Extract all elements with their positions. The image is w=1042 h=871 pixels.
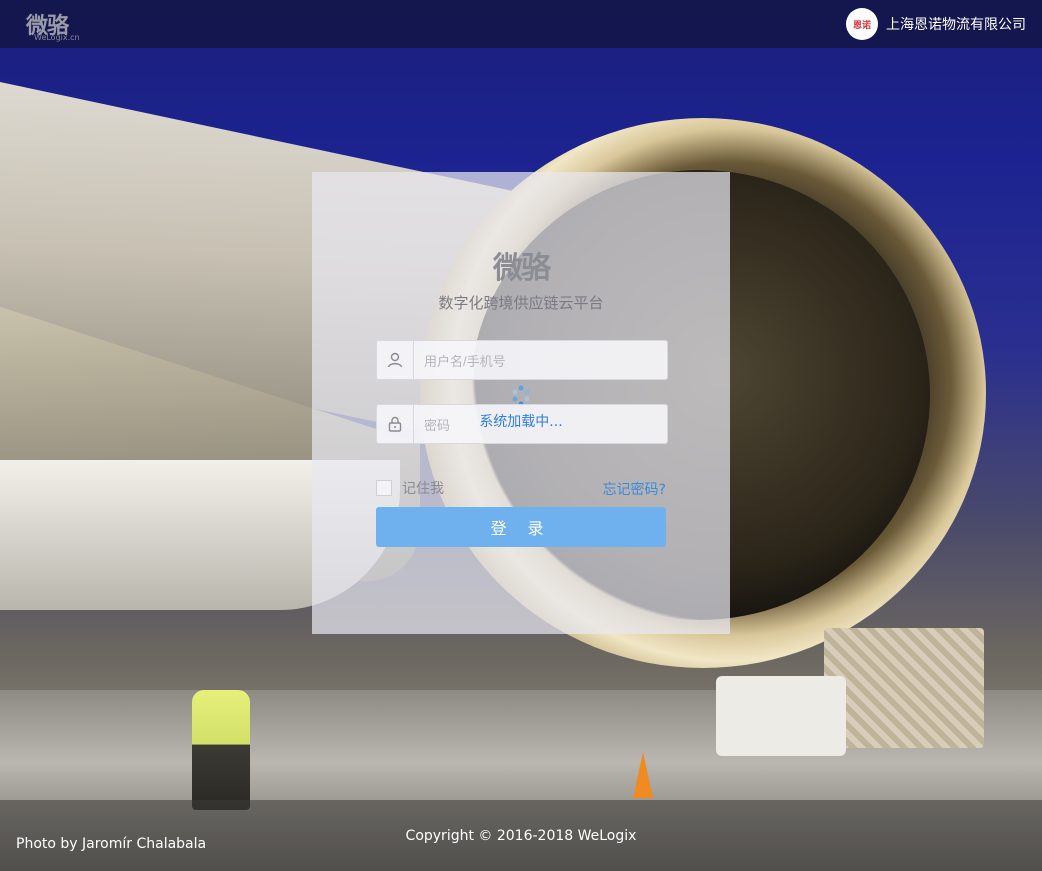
login-panel: 微骆 数字化跨境供应链云平台 系统加载中...: [312, 172, 730, 634]
forgot-password-link[interactable]: 忘记密码?: [603, 479, 666, 499]
photo-credit: Photo by Jaromír Chalabala: [16, 836, 207, 852]
company-logo-text: 恩诺: [852, 20, 871, 31]
brand-tagline: 数字化跨境供应链云平台: [438, 294, 604, 312]
user-icon: [377, 341, 414, 379]
username-field: [376, 340, 671, 381]
company-name: 上海恩诺物流有限公司: [886, 17, 1026, 33]
logo-subtext: WeLogix.cn: [34, 33, 80, 42]
remember-label: 记住我: [402, 481, 444, 497]
brand-logo: 微骆: [493, 251, 551, 286]
brand-block: 微骆 数字化跨境供应链云平台: [312, 252, 730, 313]
bg-cone: [633, 752, 653, 798]
top-bar: 微骆 WeLogix.cn 恩诺 上海恩诺物流有限公司: [0, 0, 1042, 48]
bg-truck: [716, 676, 846, 756]
username-input[interactable]: [414, 341, 671, 381]
loading-text: 系统加载中...: [479, 414, 563, 430]
remember-me[interactable]: 记住我: [376, 478, 444, 498]
bg-worker: [192, 690, 250, 810]
bg-cargo: [824, 628, 984, 748]
remember-checkbox[interactable]: [376, 480, 392, 496]
login-button[interactable]: 登 录: [376, 507, 666, 547]
welogix-logo[interactable]: 微骆 WeLogix.cn: [26, 8, 88, 42]
company-info: 恩诺 上海恩诺物流有限公司: [846, 8, 1026, 40]
company-logo-icon: 恩诺: [846, 8, 878, 40]
